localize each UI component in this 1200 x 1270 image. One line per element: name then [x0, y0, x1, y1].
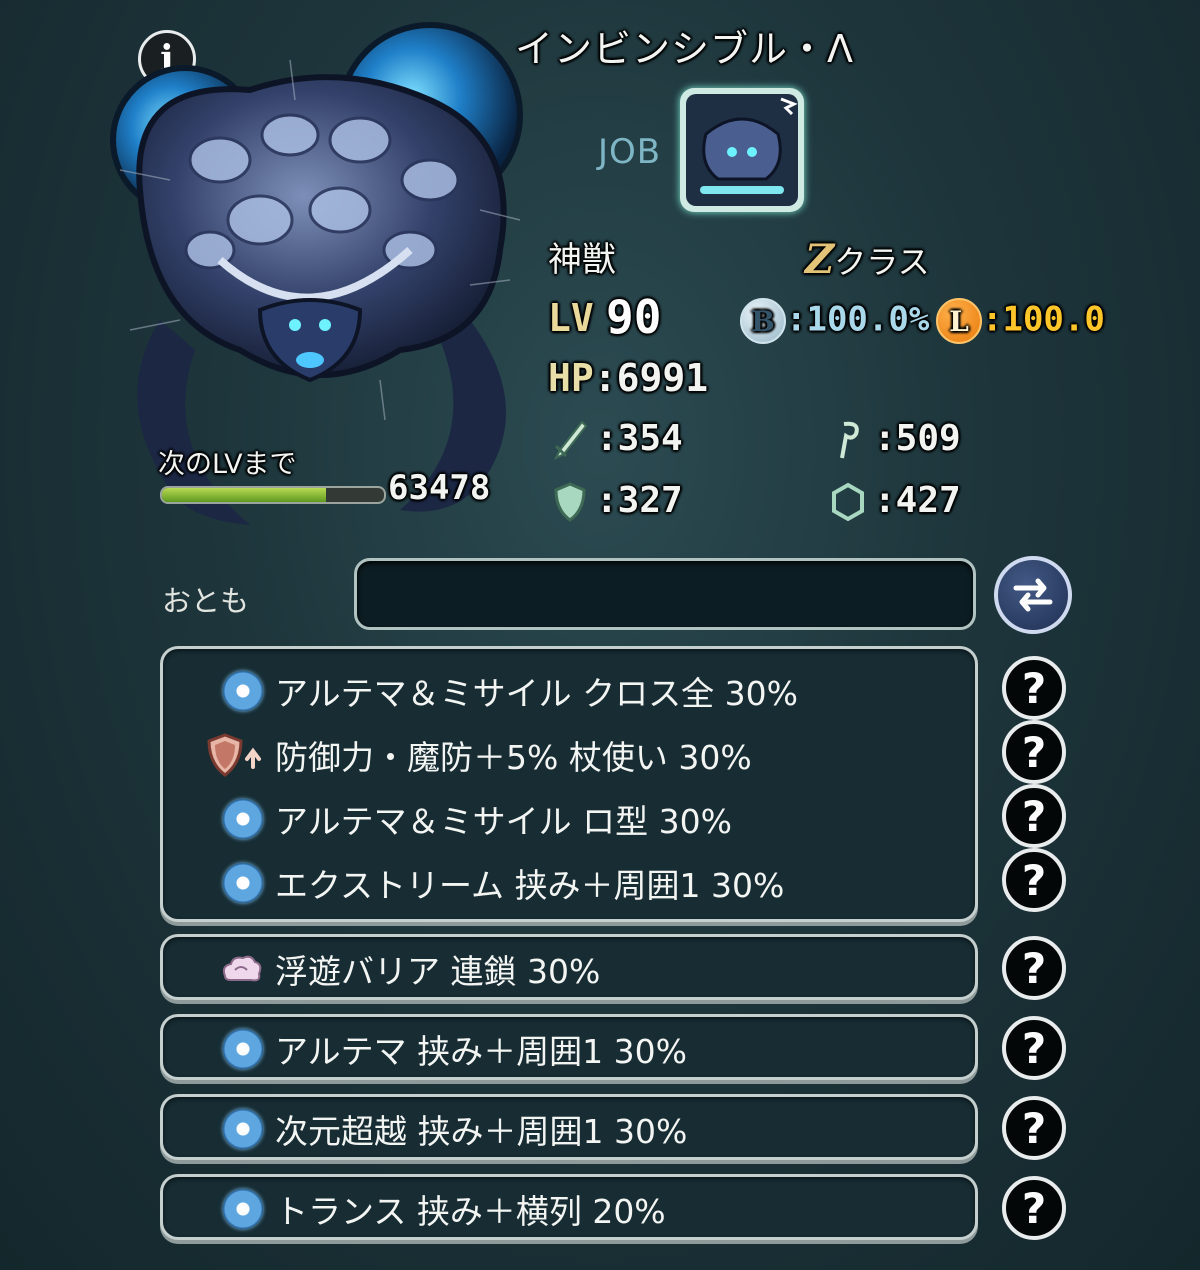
help-button[interactable]: ? [1002, 936, 1066, 1000]
ability-panel: 次元超越 挟み＋周囲1 30% [160, 1094, 978, 1160]
l-rate: L:100.0 [936, 298, 1105, 344]
attack-stat: :354 [552, 418, 683, 460]
help-button[interactable]: ? [1002, 1016, 1066, 1080]
ability-row: 防御力・魔防＋5% 杖使い 30% [163, 723, 752, 787]
ability-row: アルテマ＆ミサイル ロ型 30% [163, 787, 732, 851]
partner-slot[interactable] [354, 558, 976, 630]
help-button[interactable]: ? [1002, 720, 1066, 784]
ability-panel: トランス 挟み＋横列 20% [160, 1174, 978, 1240]
circle-bullet-icon [223, 863, 263, 903]
class-label: Zクラス [805, 236, 930, 283]
swap-arrows-icon [1013, 578, 1053, 612]
species-label: 神獣 [548, 240, 616, 280]
help-button[interactable]: ? [1002, 656, 1066, 720]
circle-bullet-icon [223, 1189, 263, 1229]
level-label: LV [548, 296, 594, 340]
l-coin-icon: L [936, 298, 982, 344]
exp-progress-bar [160, 486, 386, 504]
next-level-exp: 63478 [388, 468, 491, 508]
magic-defense-stat: :427 [830, 480, 961, 522]
ability-row: アルテマ 挟み＋周囲1 30% [163, 1017, 687, 1081]
z-class-icon: Z [805, 236, 835, 283]
ability-row: エクストリーム 挟み＋周囲1 30% [163, 851, 784, 915]
help-button[interactable]: ? [1002, 1096, 1066, 1160]
ability-row: アルテマ＆ミサイル クロス全 30% [163, 659, 798, 723]
defense-stat: :327 [552, 480, 683, 522]
b-coin-icon: B [740, 298, 786, 344]
circle-bullet-icon [223, 671, 263, 711]
circle-bullet-icon [223, 1109, 263, 1149]
shield-up-icon [207, 733, 261, 777]
partner-label: おとも [162, 584, 250, 618]
hp-stat: HP:6991 [548, 356, 709, 400]
hexagon-icon [832, 482, 864, 522]
staff-icon [840, 421, 859, 459]
next-level-label: 次のLVまで [158, 449, 297, 480]
unit-name: インビンシブル・Λ [515, 27, 854, 71]
help-button[interactable]: ? [1002, 1176, 1066, 1240]
ability-panel: 浮遊バリア 連鎖 30% [160, 934, 978, 1000]
b-rate: B:100.0% [740, 298, 929, 344]
cloud-barrier-icon [222, 955, 262, 982]
ability-panel: アルテマ 挟み＋周囲1 30% [160, 1014, 978, 1080]
help-button[interactable]: ? [1002, 848, 1066, 912]
level-value: 90 [606, 290, 662, 344]
job-monster-icon [686, 94, 798, 206]
ability-row: トランス 挟み＋横列 20% [163, 1177, 666, 1241]
magic-stat: :509 [830, 418, 961, 460]
help-button[interactable]: ? [1002, 784, 1066, 848]
exp-progress-fill [162, 488, 327, 502]
swap-button[interactable] [994, 556, 1072, 634]
job-label: JOB [598, 132, 662, 172]
ability-row: 次元超越 挟み＋周囲1 30% [163, 1097, 687, 1161]
shield-icon [554, 482, 586, 522]
ability-row: 浮遊バリア 連鎖 30% [163, 937, 600, 1001]
job-portrait-button[interactable] [680, 88, 804, 212]
sword-icon [553, 420, 588, 460]
ability-panel-group: アルテマ＆ミサイル クロス全 30% 防御力・魔防＋5% 杖使い 30% アルテ… [160, 646, 978, 922]
circle-bullet-icon [223, 1029, 263, 1069]
circle-bullet-icon [223, 799, 263, 839]
